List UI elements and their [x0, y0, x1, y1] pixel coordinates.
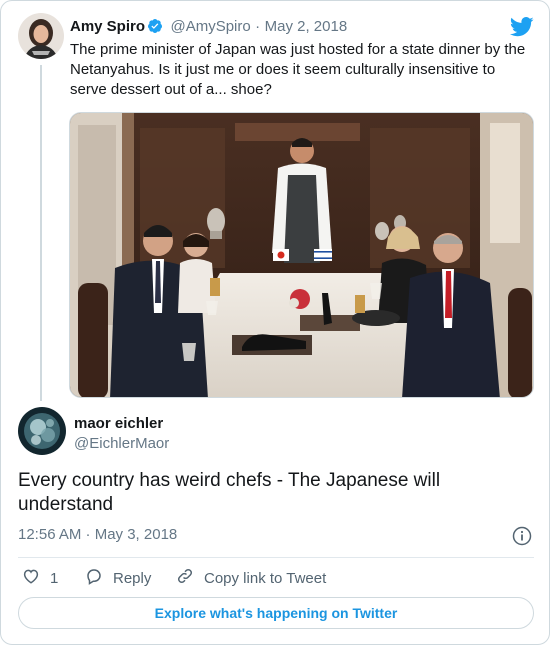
- author-name[interactable]: Amy Spiro: [70, 18, 145, 35]
- thread-connector-line: [40, 65, 42, 401]
- link-icon: [176, 567, 204, 589]
- dinner-photo-illustration: [70, 113, 533, 397]
- reply-author-name[interactable]: maor eichler: [74, 415, 163, 432]
- reply-button[interactable]: Reply: [85, 567, 151, 589]
- explore-twitter-button[interactable]: Explore what's happening on Twitter: [18, 597, 534, 629]
- reply-author-handle[interactable]: @EichlerMaor: [74, 435, 169, 452]
- twitter-bird-icon[interactable]: [510, 17, 534, 37]
- divider: [18, 557, 534, 558]
- date-separator: ·: [255, 18, 261, 35]
- reply-timestamp[interactable]: 12:56 AM · May 3, 2018: [18, 526, 177, 543]
- like-count: 1: [50, 569, 59, 587]
- avatar-maor-eichler[interactable]: [18, 407, 66, 455]
- reply-label: Reply: [113, 569, 152, 587]
- reply-tweet-text: Every country has weird chefs - The Japa…: [18, 470, 441, 515]
- heart-icon: [22, 567, 50, 589]
- reply-icon: [85, 567, 113, 589]
- tweet-date[interactable]: May 2, 2018: [265, 18, 348, 35]
- copy-link-label: Copy link to Tweet: [204, 569, 327, 587]
- info-icon[interactable]: [512, 526, 532, 546]
- copy-link-button[interactable]: Copy link to Tweet: [176, 567, 326, 589]
- original-tweet-text: The prime minister of Japan was just hos…: [70, 41, 526, 98]
- verified-badge-icon: [147, 18, 163, 34]
- author-handle[interactable]: @AmySpiro: [170, 18, 250, 35]
- like-button[interactable]: 1: [22, 567, 58, 589]
- tweet-card: Amy Spiro @AmySpiro · May 2, 2018 The pr…: [0, 0, 550, 645]
- avatar-amy-spiro[interactable]: [18, 13, 64, 59]
- original-tweet-header: Amy Spiro @AmySpiro · May 2, 2018: [70, 18, 347, 36]
- tweet-photo[interactable]: [69, 112, 534, 398]
